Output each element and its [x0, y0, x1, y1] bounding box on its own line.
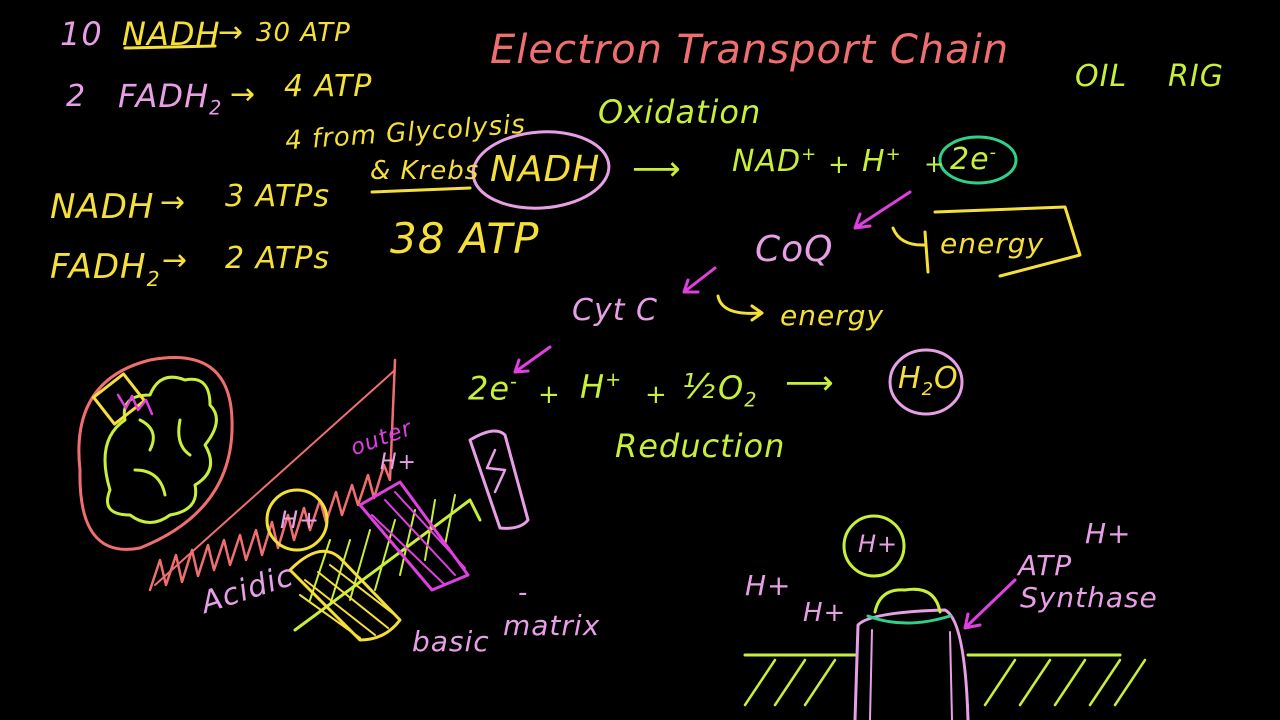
energy-hook-2	[716, 294, 764, 322]
oxidation-label: Oxidation	[598, 93, 762, 131]
tally-fadh-atp: 4 ATP	[284, 69, 373, 104]
oxidation-electrons-sup: -	[989, 142, 998, 163]
reduction-plus-1: +	[538, 380, 561, 410]
tally-fadh-sub: 2	[209, 96, 223, 120]
tally-nadh-count: 10	[60, 15, 103, 53]
oxidation-electrons-label: 2e	[950, 142, 990, 177]
rate-fadh: FADH2	[50, 250, 161, 289]
synthase-name: Synthase	[1020, 581, 1158, 614]
reduction-arrow: ⟶	[785, 363, 835, 403]
tally-fadh: FADH2	[118, 80, 222, 118]
oxidation-plus-2: +	[924, 150, 946, 178]
complex-pink-squiggle	[485, 448, 507, 494]
reduction-plus-2: +	[645, 380, 668, 410]
oxidation-h: H+	[862, 146, 902, 177]
oxidation-plus-1: +	[828, 150, 851, 180]
rate-fadh-sub: 2	[146, 266, 161, 291]
mnemonic-oil: OIL	[1075, 59, 1128, 94]
synthase-h-left-1: H+	[745, 569, 792, 602]
membrane-h-outer: H+	[380, 450, 417, 475]
membrane-matrix: matrix	[503, 609, 601, 642]
reduction-o2: O2	[718, 372, 757, 410]
rate-fadh-label: FADH	[50, 247, 147, 287]
arrow-synthase	[963, 578, 1017, 630]
reduction-product-o: O	[934, 361, 959, 396]
oxidation-nad: NAD+	[732, 146, 817, 177]
oxidation-nad-sup: +	[801, 144, 818, 165]
arrow-cytc-2e	[513, 345, 552, 374]
rate-fadh-atp: 2 ATPs	[225, 241, 331, 276]
membrane-minus: -	[518, 578, 529, 608]
rate-nadh-label: NADH	[50, 187, 155, 227]
tally-fadh-count: 2	[66, 79, 87, 114]
tally-fadh-label: FADH	[118, 77, 210, 115]
energy-hook	[891, 226, 930, 274]
oxidation-h-sup: +	[885, 144, 902, 165]
whiteboard-canvas: Electron Transport Chain OIL RIG 10 NADH…	[0, 0, 1280, 720]
reduction-h: H+	[580, 370, 622, 403]
synthase-h-left-2: H+	[803, 598, 847, 628]
outer-membrane-line	[154, 369, 396, 586]
tally-krebs: & Krebs	[370, 156, 480, 186]
arrow-coq-cytc	[682, 266, 717, 294]
reduction-half: ½	[682, 367, 716, 407]
tally-nadh-atp: 30 ATP	[256, 18, 351, 48]
complex-magenta	[358, 480, 470, 592]
synthase-head	[873, 587, 942, 614]
energy-1: energy	[940, 227, 1045, 260]
membrane-basic: basic	[412, 625, 490, 658]
complex-pink	[468, 429, 530, 530]
energy-2: energy	[780, 299, 885, 332]
reduction-product: H2O	[898, 364, 959, 399]
title: Electron Transport Chain	[490, 27, 1010, 73]
synthase-inner	[869, 629, 953, 720]
reduction-label: Reduction	[615, 427, 786, 465]
reduction-e-label: 2e	[468, 369, 511, 408]
tally-nadh-arrow: →	[218, 15, 245, 50]
cytc-label: Cyt C	[572, 293, 658, 328]
arrow-2e-coq	[853, 190, 912, 230]
reduction-o-label: O	[718, 369, 745, 407]
rate-fadh-arrow: →	[162, 243, 189, 278]
underline-krebs	[370, 186, 472, 194]
rate-nadh-atp: 3 ATPs	[225, 179, 331, 214]
synthase-h-top: H+	[858, 530, 899, 558]
synthase-hatch	[743, 658, 1147, 707]
synthase-atp: ATP	[1018, 549, 1073, 582]
reduction-electrons: 2e-	[468, 372, 518, 405]
reduction-h-sup: +	[605, 368, 623, 391]
reduction-product-h: H	[898, 361, 922, 396]
oxidation-nad-label: NAD	[732, 144, 802, 179]
reduction-h-label: H	[580, 367, 606, 406]
oxidation-h-label: H	[862, 144, 886, 179]
coq-label: CoQ	[755, 229, 834, 270]
reduction-product-sub: 2	[921, 379, 935, 400]
synthase-h-right: H+	[1085, 517, 1132, 550]
oxidation-reactant: NADH	[490, 149, 601, 190]
oxidation-arrow: ⟶	[632, 149, 682, 189]
reduction-e-sup: -	[510, 370, 518, 393]
reduction-o-sub: 2	[744, 388, 758, 412]
rate-nadh-arrow: →	[160, 185, 187, 220]
membrane-h-circle: H+	[280, 506, 321, 534]
tally-nadh: NADH	[122, 15, 221, 53]
tally-fadh-arrow: →	[230, 77, 257, 112]
mnemonic-rig: RIG	[1168, 59, 1224, 94]
total-atp: 38 ATP	[390, 214, 540, 263]
oxidation-electrons: 2e-	[950, 144, 997, 175]
